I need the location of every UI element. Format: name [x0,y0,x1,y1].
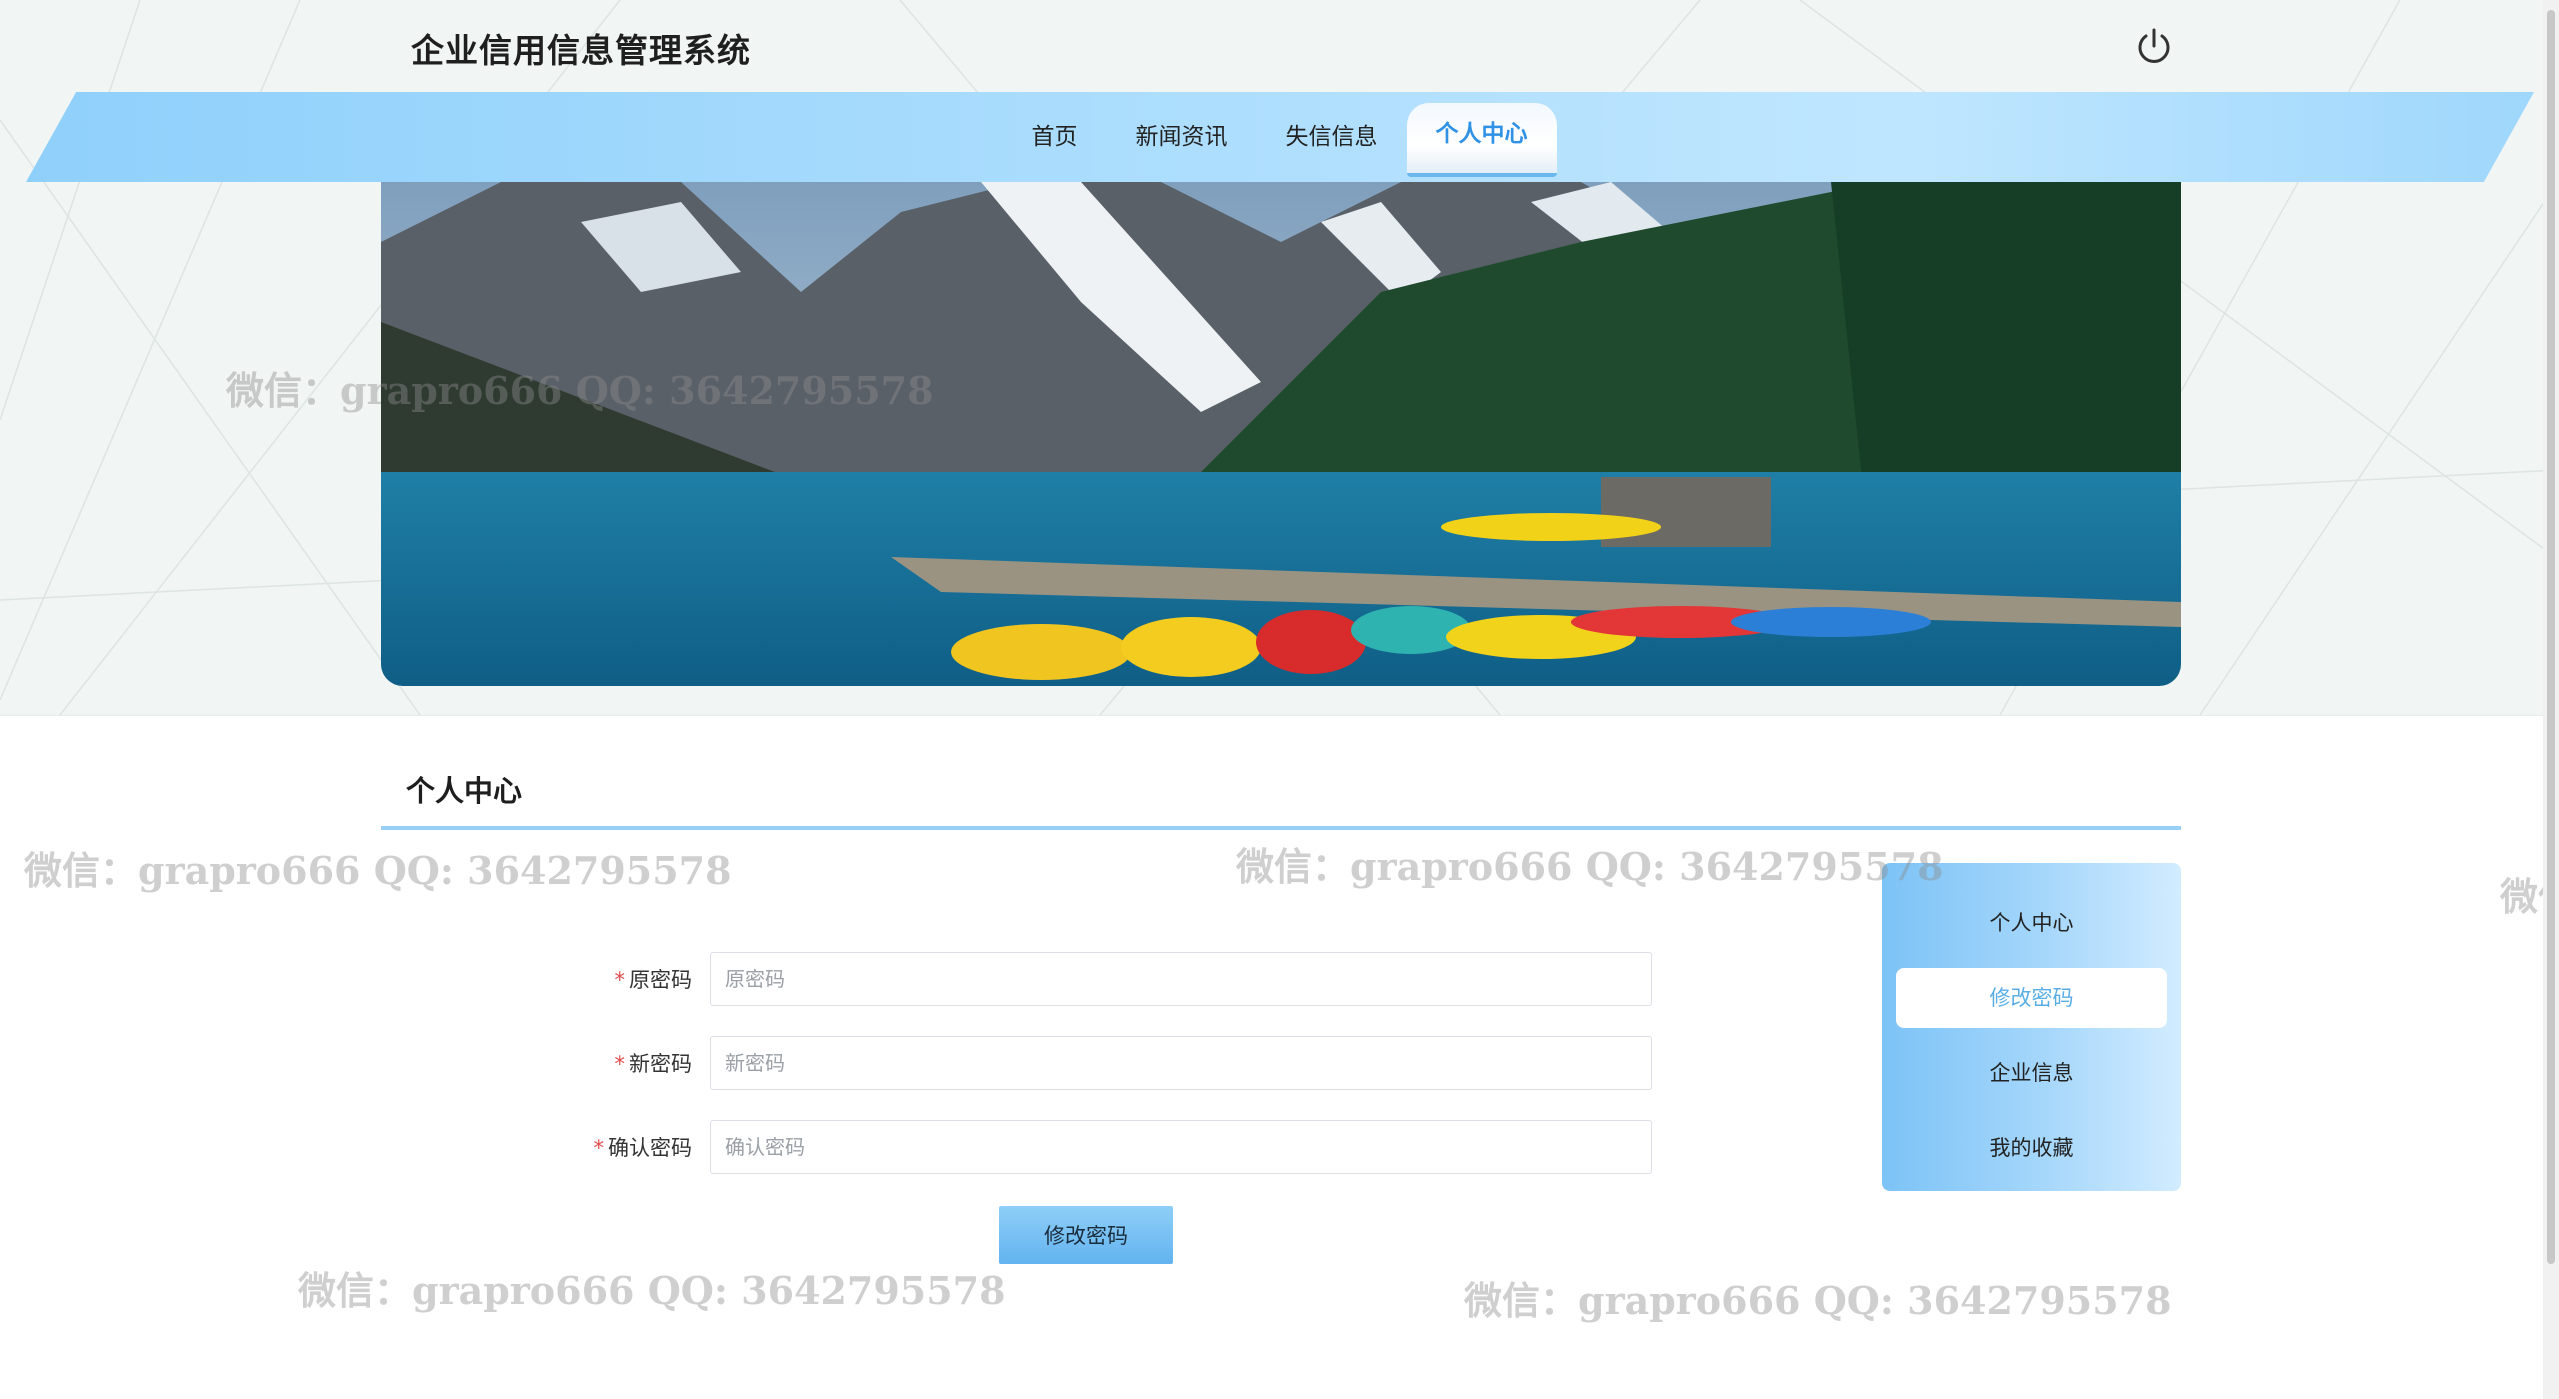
side-item-personal-center[interactable]: 个人中心 [1896,893,2167,953]
nav-item-dishonest-info[interactable]: 失信信息 [1257,100,1407,174]
new-password-input[interactable] [710,1036,1652,1090]
nav-item-personal-center[interactable]: 个人中心 [1406,103,1557,177]
main-nav: 首页 新闻资讯 失信信息 个人中心 [0,92,2559,182]
side-item-change-password[interactable]: 修改密码 [1896,968,2167,1028]
form-row-new-password: * 新密码 [0,1036,1700,1090]
side-item-favorites[interactable]: 我的收藏 [1896,1118,2167,1178]
old-password-input[interactable] [710,952,1652,1006]
confirm-password-label-text: 确认密码 [608,1136,692,1160]
new-password-label: * 新密码 [615,1048,693,1078]
side-item-company-info[interactable]: 企业信息 [1896,1043,2167,1103]
landscape-illustration [381,182,2181,686]
old-password-label-text: 原密码 [629,968,692,992]
side-menu: 个人中心 修改密码 企业信息 我的收藏 [1882,863,2181,1191]
old-password-label: * 原密码 [615,964,693,994]
required-marker: * [614,968,626,992]
scrollbar-thumb[interactable] [2547,10,2555,1264]
watermark: 微信：grapro666 QQ: 3642795578 [24,848,732,893]
confirm-password-label: * 确认密码 [594,1132,693,1162]
watermark: 微信：grapro666 QQ: 3642795578 [298,1268,1006,1313]
banner-image [381,182,2181,686]
app-title: 企业信用信息管理系统 [411,31,751,70]
section-divider [381,826,2181,830]
change-password-button[interactable]: 修改密码 [999,1206,1173,1264]
form-row-confirm-password: * 确认密码 [0,1120,1700,1174]
form-row-old-password: * 原密码 [0,952,1700,1006]
nav-item-home[interactable]: 首页 [1003,100,1107,174]
confirm-password-input[interactable] [710,1120,1652,1174]
new-password-label-text: 新密码 [629,1052,692,1076]
header-area: 企业信用信息管理系统 首页 新闻资讯 失信信息 个人中心 [0,0,2559,716]
scrollbar[interactable] [2543,0,2559,1399]
nav-item-news[interactable]: 新闻资讯 [1107,100,1257,174]
required-marker: * [614,1052,626,1076]
watermark: 微信：grapro666 QQ: 3642795578 [1464,1278,2172,1323]
section-title: 个人中心 [406,774,523,808]
watermark: 微信：grapro666 QQ: 3642795578 [1236,844,1944,889]
power-icon[interactable] [2132,26,2176,70]
required-marker: * [593,1136,605,1160]
